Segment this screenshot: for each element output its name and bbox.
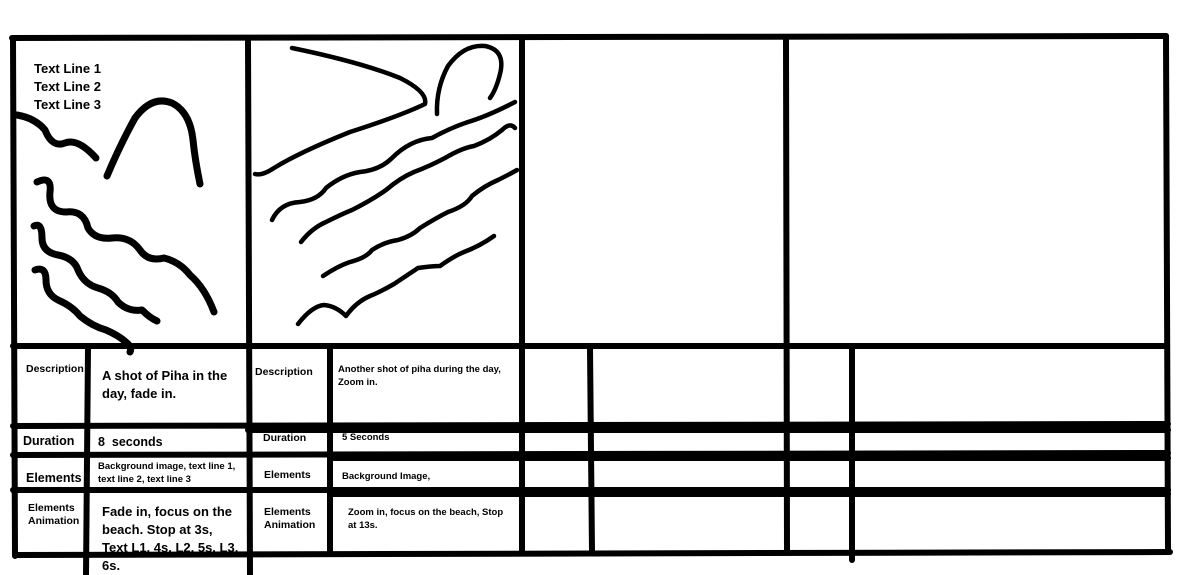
overlay-text-line-2: Text Line 2	[34, 79, 101, 94]
panel-2-animation-value: Zoom in, focus on the beach, Stop at 13s…	[348, 507, 504, 531]
panel-2-elements-label: Elements	[264, 469, 311, 481]
panel-1-animation-label: Elements Animation	[28, 502, 80, 527]
label-divider-1	[83, 345, 91, 575]
wave-line-4	[295, 233, 497, 327]
panel-1-description-label: Description	[26, 363, 84, 375]
panel-2-duration-label: Duration	[263, 432, 307, 444]
row-divider-duration	[10, 450, 1171, 458]
panel-2-sketch	[252, 43, 520, 327]
frame-top-line	[9, 33, 1169, 41]
panel-2-description-value: Another shot of piha during the day, Zoo…	[338, 364, 501, 388]
overlay-text-line-1: Text Line 1	[34, 61, 101, 76]
panel-divider-3	[783, 35, 790, 553]
label-divider-3	[587, 345, 595, 555]
row-divider-description	[10, 421, 1171, 429]
panel-1-duration-label: Duration	[23, 434, 75, 448]
headland-line	[252, 45, 428, 177]
panel-1-elements-label: Elements	[26, 471, 82, 485]
overlay-text-line-3: Text Line 3	[34, 97, 101, 112]
wave-line-2	[30, 221, 161, 325]
wave-line-3	[320, 167, 520, 279]
panel-1-sketch	[13, 97, 218, 356]
panel-1-description-value: A shot of Piha in the day, fade in.	[102, 368, 228, 401]
panel-1-animation-value: Fade in, focus on the beach. Stop at 3s,…	[102, 504, 239, 573]
panel-divider-1	[245, 37, 253, 575]
panel-2-elements-value: Background Image,	[342, 471, 431, 482]
panel-2-description-label: Description	[255, 366, 313, 378]
wave-line-1	[33, 176, 218, 316]
panel-2-duration-value: 5 Seconds	[342, 432, 390, 443]
frame-right-line	[1163, 33, 1171, 555]
panel-2-animation-label: Elements Animation	[264, 506, 316, 531]
panel-1-elements-value: Background image, text line 1, text line…	[98, 461, 236, 485]
rock-outline	[103, 97, 204, 188]
hill-line	[13, 111, 100, 162]
storyboard-sheet	[9, 33, 1173, 575]
rock-outline	[434, 43, 504, 117]
wave-line-1	[269, 99, 518, 223]
panel-1-duration-value: 8 seconds	[98, 435, 163, 449]
